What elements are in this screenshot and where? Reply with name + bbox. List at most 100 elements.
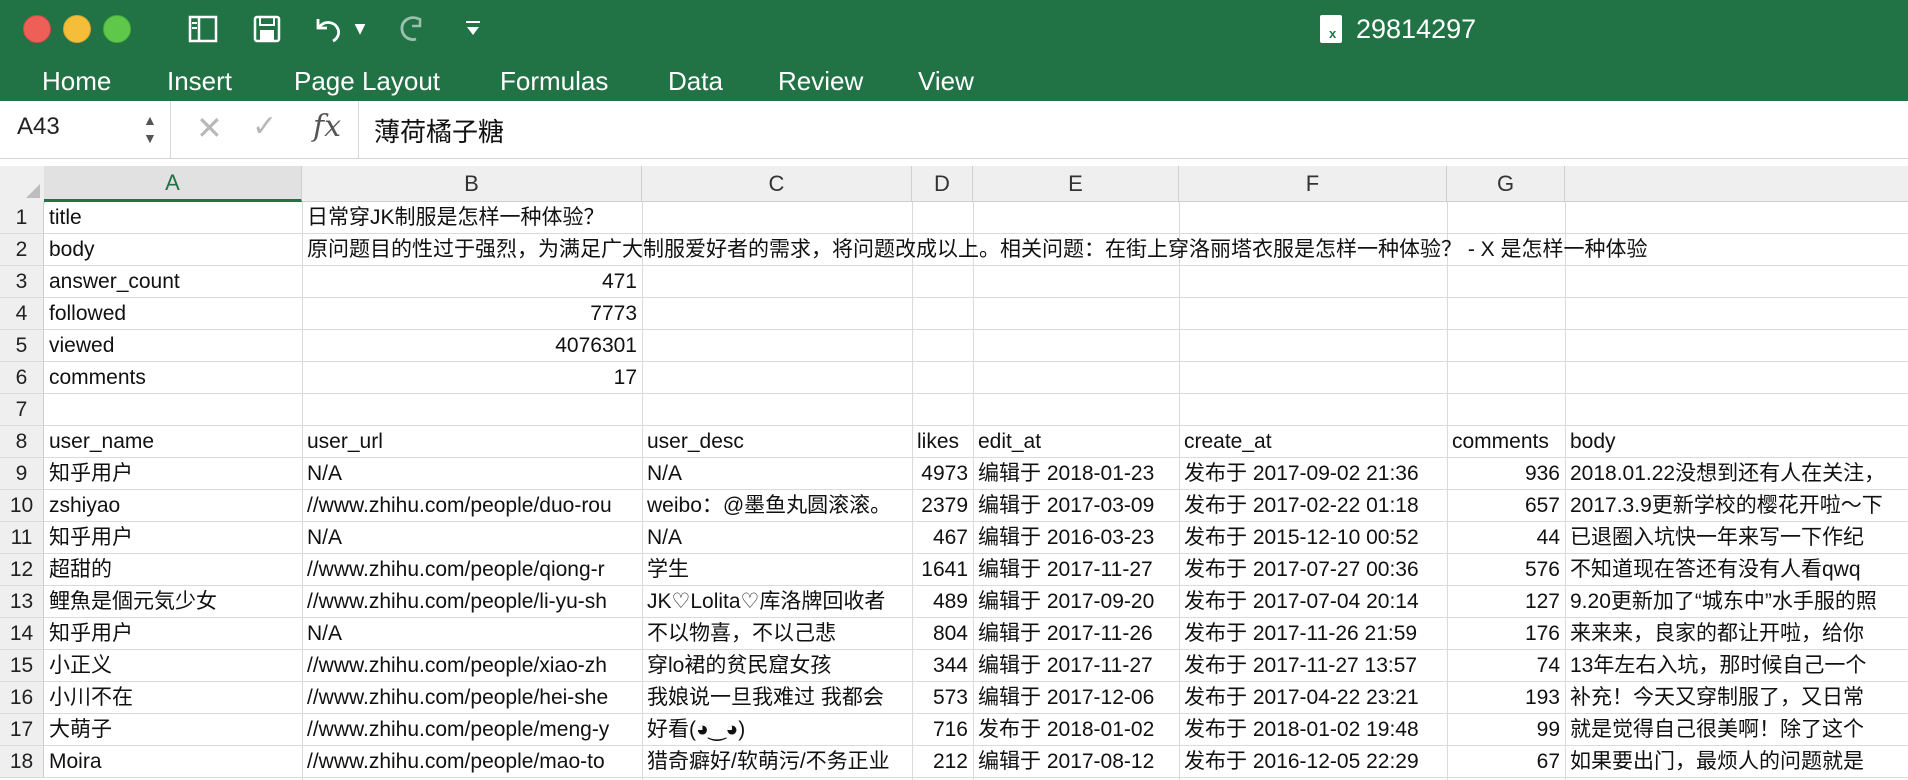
cell-d16[interactable]: 573	[912, 682, 973, 714]
select-all-button[interactable]	[0, 166, 45, 203]
cell-d13[interactable]: 489	[912, 586, 973, 618]
cell-e15[interactable]: 编辑于 2017-11-27	[973, 650, 1179, 682]
cell-a14[interactable]: 知乎用户	[44, 618, 302, 650]
tab-data[interactable]: Data	[668, 64, 723, 98]
cell-e10[interactable]: 编辑于 2017-03-09	[973, 490, 1179, 522]
row-header[interactable]: 6	[0, 362, 44, 394]
column-header-f[interactable]: F	[1179, 166, 1447, 202]
row-header[interactable]: 17	[0, 714, 44, 746]
cell-h11[interactable]: 已退圈入坑快一年来写一下作纪	[1565, 522, 1908, 554]
cell-e16[interactable]: 编辑于 2017-12-06	[973, 682, 1179, 714]
row-header[interactable]: 2	[0, 234, 44, 266]
cell-a17[interactable]: 大萌子	[44, 714, 302, 746]
cell-a4[interactable]: followed	[44, 298, 302, 330]
cell-e9[interactable]: 编辑于 2018-01-23	[973, 458, 1179, 490]
row-header[interactable]: 3	[0, 266, 44, 298]
column-header-d[interactable]: D	[912, 166, 973, 202]
row-header[interactable]: 18	[0, 746, 44, 778]
cell-e17[interactable]: 发布于 2018-01-02	[973, 714, 1179, 746]
column-header-e[interactable]: E	[973, 166, 1179, 202]
cell-a15[interactable]: 小正义	[44, 650, 302, 682]
cell-b13[interactable]: //www.zhihu.com/people/li-yu-sh	[302, 586, 642, 618]
cell-h14[interactable]: 来来来，良家的都让开啦，给你	[1565, 618, 1908, 650]
cell-f17[interactable]: 发布于 2018-01-02 19:48	[1179, 714, 1447, 746]
cell-g17[interactable]: 99	[1447, 714, 1565, 746]
maximize-button[interactable]	[103, 15, 131, 43]
insert-function-button[interactable]: fx	[313, 109, 341, 144]
cell-h18[interactable]: 如果要出门，最烦人的问题就是	[1565, 746, 1908, 778]
cell-g11[interactable]: 44	[1447, 522, 1565, 554]
cell-f13[interactable]: 发布于 2017-07-04 20:14	[1179, 586, 1447, 618]
cell-a12[interactable]: 超甜的	[44, 554, 302, 586]
row-header[interactable]: 12	[0, 554, 44, 586]
tab-page-layout[interactable]: Page Layout	[294, 64, 440, 98]
cell-a16[interactable]: 小川不在	[44, 682, 302, 714]
cell-a3[interactable]: answer_count	[44, 266, 302, 298]
cell-b16[interactable]: //www.zhihu.com/people/hei-she	[302, 682, 642, 714]
cell-h17[interactable]: 就是觉得自己很美啊！除了这个	[1565, 714, 1908, 746]
cell-f18[interactable]: 发布于 2016-12-05 22:29	[1179, 746, 1447, 778]
cell-d14[interactable]: 804	[912, 618, 973, 650]
cell-d10[interactable]: 2379	[912, 490, 973, 522]
cell-f14[interactable]: 发布于 2017-11-26 21:59	[1179, 618, 1447, 650]
customize-toolbar-icon[interactable]	[460, 12, 486, 46]
cell-c18[interactable]: 猎奇癖好/软萌污/不务正业	[642, 746, 912, 778]
cell-b11[interactable]: N/A	[302, 522, 642, 554]
name-box-stepper-icon[interactable]: ▲ ▼	[143, 111, 157, 147]
tab-home[interactable]: Home	[42, 64, 111, 98]
cell-e18[interactable]: 编辑于 2017-08-12	[973, 746, 1179, 778]
tab-formulas[interactable]: Formulas	[500, 64, 608, 98]
save-icon[interactable]	[250, 12, 284, 46]
row-header[interactable]: 13	[0, 586, 44, 618]
cell-a1[interactable]: title	[44, 202, 302, 234]
cell-h13[interactable]: 9.20更新加了“城东中”水手服的照	[1565, 586, 1908, 618]
cell-e11[interactable]: 编辑于 2016-03-23	[973, 522, 1179, 554]
cell-h15[interactable]: 13年左右入坑，那时候自己一个	[1565, 650, 1908, 682]
cell-c16[interactable]: 我娘说一旦我难过 我都会	[642, 682, 912, 714]
name-box[interactable]: A43	[17, 113, 60, 141]
row-header[interactable]: 4	[0, 298, 44, 330]
cell-c8[interactable]: user_desc	[642, 426, 912, 458]
cell-a2[interactable]: body	[44, 234, 302, 266]
cell-b5[interactable]: 4076301	[302, 330, 642, 362]
cell-g8[interactable]: comments	[1447, 426, 1565, 458]
cell-c11[interactable]: N/A	[642, 522, 912, 554]
cell-c9[interactable]: N/A	[642, 458, 912, 490]
cell-d18[interactable]: 212	[912, 746, 973, 778]
cell-b2[interactable]: 原问题目的性过于强烈，为满足广大制服爱好者的需求，将问题改成以上。相关问题：在街…	[302, 234, 1908, 266]
cell-f16[interactable]: 发布于 2017-04-22 23:21	[1179, 682, 1447, 714]
row-header[interactable]: 10	[0, 490, 44, 522]
cell-g9[interactable]: 936	[1447, 458, 1565, 490]
column-header-h[interactable]	[1565, 166, 1908, 202]
cell-g14[interactable]: 176	[1447, 618, 1565, 650]
cell-b18[interactable]: //www.zhihu.com/people/mao-to	[302, 746, 642, 778]
tab-review[interactable]: Review	[778, 64, 863, 98]
formula-input[interactable]: 薄荷橘子糖	[374, 112, 504, 149]
tab-view[interactable]: View	[918, 64, 974, 98]
cell-g12[interactable]: 576	[1447, 554, 1565, 586]
cancel-icon[interactable]: ✕	[196, 109, 223, 147]
cell-h10[interactable]: 2017.3.9更新学校的樱花开啦～下	[1565, 490, 1908, 522]
cell-f8[interactable]: create_at	[1179, 426, 1447, 458]
row-header[interactable]: 9	[0, 458, 44, 490]
cell-h8[interactable]: body	[1565, 426, 1908, 458]
cell-g10[interactable]: 657	[1447, 490, 1565, 522]
sidebar-icon[interactable]	[186, 12, 220, 46]
cell-c15[interactable]: 穿lo裙的贫民窟女孩	[642, 650, 912, 682]
cell-e14[interactable]: 编辑于 2017-11-26	[973, 618, 1179, 650]
column-header-g[interactable]: G	[1447, 166, 1565, 202]
cell-f10[interactable]: 发布于 2017-02-22 01:18	[1179, 490, 1447, 522]
cell-c17[interactable]: 好看(◕‿◕)	[642, 714, 912, 746]
tab-insert[interactable]: Insert	[167, 64, 232, 98]
cell-f9[interactable]: 发布于 2017-09-02 21:36	[1179, 458, 1447, 490]
cell-d11[interactable]: 467	[912, 522, 973, 554]
cell-a6[interactable]: comments	[44, 362, 302, 394]
row-header[interactable]: 14	[0, 618, 44, 650]
cell-d15[interactable]: 344	[912, 650, 973, 682]
cell-a5[interactable]: viewed	[44, 330, 302, 362]
cell-d8[interactable]: likes	[912, 426, 973, 458]
cell-b10[interactable]: //www.zhihu.com/people/duo-rou	[302, 490, 642, 522]
cell-a13[interactable]: 鲤魚是個元気少女	[44, 586, 302, 618]
close-button[interactable]	[23, 15, 51, 43]
row-header[interactable]: 1	[0, 202, 44, 234]
